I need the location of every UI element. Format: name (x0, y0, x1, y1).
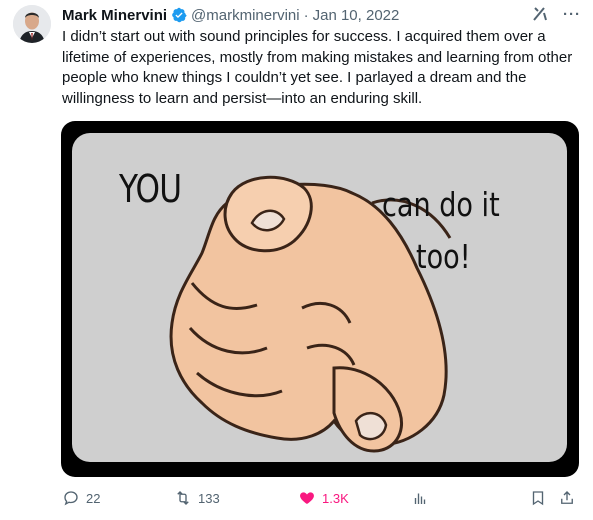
like-count: 1.3K (322, 490, 349, 506)
tweet: Mark Minervini @markminervini · Jan 10, … (0, 0, 593, 520)
tweet-media[interactable]: YOU can do it too! (61, 121, 579, 477)
bookmark-button[interactable] (529, 486, 547, 510)
author-handle[interactable]: @markminervini (191, 7, 300, 24)
image-text-you: YOU (119, 167, 182, 211)
reply-count: 22 (86, 490, 101, 506)
author-name[interactable]: Mark Minervini (62, 7, 167, 24)
reply-icon (64, 491, 78, 506)
header-actions: ··· (531, 5, 581, 23)
grok-icon[interactable] (531, 5, 549, 23)
separator-dot: · (303, 6, 309, 24)
reply-button[interactable]: 22 (62, 486, 100, 510)
share-button[interactable] (558, 486, 576, 510)
more-icon[interactable]: ··· (563, 6, 581, 23)
heart-icon (300, 492, 314, 504)
tweet-date[interactable]: Jan 10, 2022 (313, 7, 400, 24)
repost-count: 133 (198, 490, 220, 506)
image-card: YOU can do it too! (72, 133, 567, 462)
image-text-too: too! (416, 237, 471, 276)
views-icon (414, 493, 426, 504)
repost-button[interactable]: 133 (174, 486, 220, 510)
tweet-text: I didn’t start out with sound principles… (62, 28, 573, 107)
image-text-can-do-it: can do it (382, 185, 500, 224)
tweet-header: Mark Minervini @markminervini · Jan 10, … (62, 5, 581, 25)
bookmark-icon (532, 491, 544, 506)
views-button[interactable] (411, 486, 429, 510)
avatar[interactable] (13, 5, 51, 43)
like-button[interactable]: 1.3K (298, 486, 349, 510)
verified-badge-icon (171, 7, 187, 23)
tweet-actions: 22 133 1.3K (62, 486, 582, 510)
repost-icon (177, 491, 189, 505)
share-icon (561, 491, 573, 504)
